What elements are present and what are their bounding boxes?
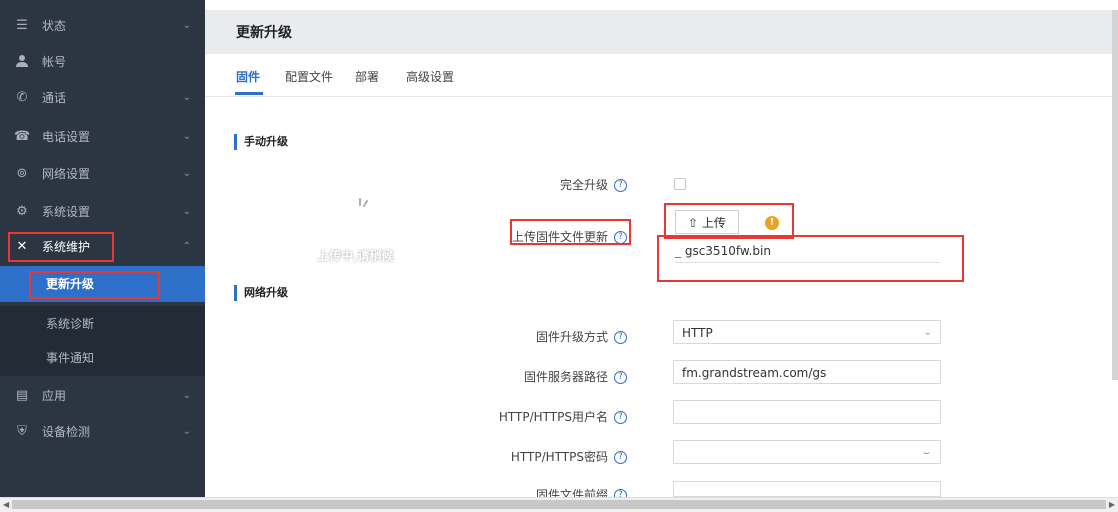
- server-path-label: 固件服务器路径?: [247, 368, 627, 385]
- http-username-label: HTTP/HTTPS用户名?: [247, 408, 627, 425]
- scroll-right-icon[interactable]: ▶: [1109, 498, 1115, 512]
- section-title-manual: 手动升级: [234, 134, 288, 150]
- system-settings-icon: ⚙: [16, 204, 28, 219]
- highlight-box: [664, 203, 794, 239]
- full-upgrade-checkbox[interactable]: [674, 178, 686, 190]
- sidebar-subitem-label: 系统诊断: [46, 317, 95, 331]
- upgrade-method-value: HTTP: [682, 326, 713, 340]
- highlight-box: [510, 219, 631, 245]
- full-upgrade-label: 完全升级?: [247, 176, 627, 193]
- sidebar-subitem-diagnosis[interactable]: 系统诊断: [0, 306, 205, 342]
- shield-icon: ⛨: [17, 424, 27, 439]
- upgrade-method-text: 固件升级方式: [535, 330, 608, 344]
- network-icon: ⊚: [16, 166, 28, 181]
- tab-firmware[interactable]: 固件: [236, 68, 260, 85]
- vertical-scrollbar[interactable]: [1112, 10, 1118, 380]
- file-prefix-input[interactable]: [673, 481, 941, 497]
- user-icon: [14, 54, 30, 70]
- sidebar-subitem-label: 事件通知: [46, 351, 95, 365]
- http-password-label: HTTP/HTTPS密码?: [247, 448, 627, 465]
- http-password-text: HTTP/HTTPS密码: [510, 450, 608, 464]
- tab-config-file[interactable]: 配置文件: [285, 68, 333, 85]
- phone-icon: ☎: [14, 129, 31, 144]
- chevron-down-icon: ⌄: [182, 20, 191, 31]
- highlight-box: [657, 235, 964, 282]
- sidebar-item-phone-settings[interactable]: ☎ 电话设置 ⌄: [0, 121, 205, 153]
- help-icon[interactable]: ?: [614, 331, 627, 344]
- tab-deploy[interactable]: 部署: [355, 68, 379, 85]
- sidebar-item-label: 电话设置: [42, 130, 91, 144]
- sidebar-item-status[interactable]: ☰ 状态 ⌄: [0, 10, 205, 42]
- http-password-input[interactable]: ⌣: [673, 440, 941, 464]
- tab-advanced[interactable]: 高级设置: [406, 68, 454, 85]
- sidebar-subitem-event-notify[interactable]: 事件通知: [0, 340, 205, 376]
- tab-bar: 固件 配置文件 部署 高级设置: [205, 54, 1118, 97]
- chevron-down-icon: ⌄: [182, 390, 191, 401]
- chevron-down-icon: ⌄: [923, 327, 932, 338]
- sidebar-item-label: 设备检测: [42, 425, 91, 439]
- chevron-down-icon: ⌄: [182, 92, 191, 103]
- list-icon: ☰: [16, 18, 28, 33]
- http-username-text: HTTP/HTTPS用户名: [498, 410, 608, 424]
- sidebar-item-label: 网络设置: [42, 167, 91, 181]
- sidebar-item-call[interactable]: ✆ 通话 ⌄: [0, 82, 205, 114]
- help-icon[interactable]: ?: [614, 451, 627, 464]
- chevron-down-icon: ⌄: [182, 131, 191, 142]
- page-header: [205, 10, 1118, 54]
- upgrade-method-label: 固件升级方式?: [247, 328, 627, 345]
- help-icon[interactable]: ?: [614, 179, 627, 192]
- highlight-box: [29, 271, 160, 299]
- highlight-box: [8, 232, 114, 262]
- sidebar-item-network-settings[interactable]: ⊚ 网络设置 ⌄: [0, 158, 205, 190]
- sidebar-item-label: 系统设置: [42, 205, 91, 219]
- http-username-input[interactable]: [673, 400, 941, 424]
- page-title: 更新升级: [236, 25, 292, 41]
- sidebar-item-label: 通话: [42, 91, 67, 105]
- section-title-network: 网络升级: [234, 285, 288, 301]
- sidebar-item-device-check[interactable]: ⛨ 设备检测 ⌄: [0, 416, 205, 448]
- help-icon[interactable]: ?: [614, 411, 627, 424]
- sidebar-item-label: 帐号: [42, 55, 67, 69]
- active-tab-indicator: [235, 92, 263, 95]
- server-path-value: fm.grandstream.com/gs: [682, 366, 827, 380]
- sidebar-item-system-settings[interactable]: ⚙ 系统设置 ⌄: [0, 196, 205, 228]
- phone-call-icon: ✆: [16, 90, 28, 105]
- chevron-down-icon: ⌄: [182, 426, 191, 437]
- scroll-left-icon[interactable]: ◀: [3, 498, 9, 512]
- loading-spinner-icon: [340, 196, 380, 226]
- document-icon: ▤: [15, 388, 29, 403]
- chevron-up-icon: ⌃: [182, 241, 191, 252]
- server-path-input[interactable]: fm.grandstream.com/gs: [673, 360, 941, 384]
- upgrade-method-select[interactable]: HTTP ⌄: [673, 320, 941, 344]
- sidebar-item-label: 应用: [42, 389, 67, 403]
- chevron-down-icon: ⌄: [182, 206, 191, 217]
- scrollbar-thumb[interactable]: [12, 500, 1106, 509]
- horizontal-scrollbar[interactable]: ◀ ▶: [0, 497, 1118, 512]
- sidebar-item-account[interactable]: 帐号: [0, 46, 205, 78]
- eye-closed-icon[interactable]: ⌣: [923, 441, 930, 465]
- chevron-down-icon: ⌄: [182, 168, 191, 179]
- sidebar-item-application[interactable]: ▤ 应用 ⌄: [0, 380, 205, 412]
- full-upgrade-text: 完全升级: [559, 178, 608, 192]
- server-path-text: 固件服务器路径: [523, 370, 608, 384]
- sidebar-item-label: 状态: [42, 19, 67, 33]
- help-icon[interactable]: ?: [614, 371, 627, 384]
- uploading-status-text: 上传中,请稍候: [317, 249, 394, 263]
